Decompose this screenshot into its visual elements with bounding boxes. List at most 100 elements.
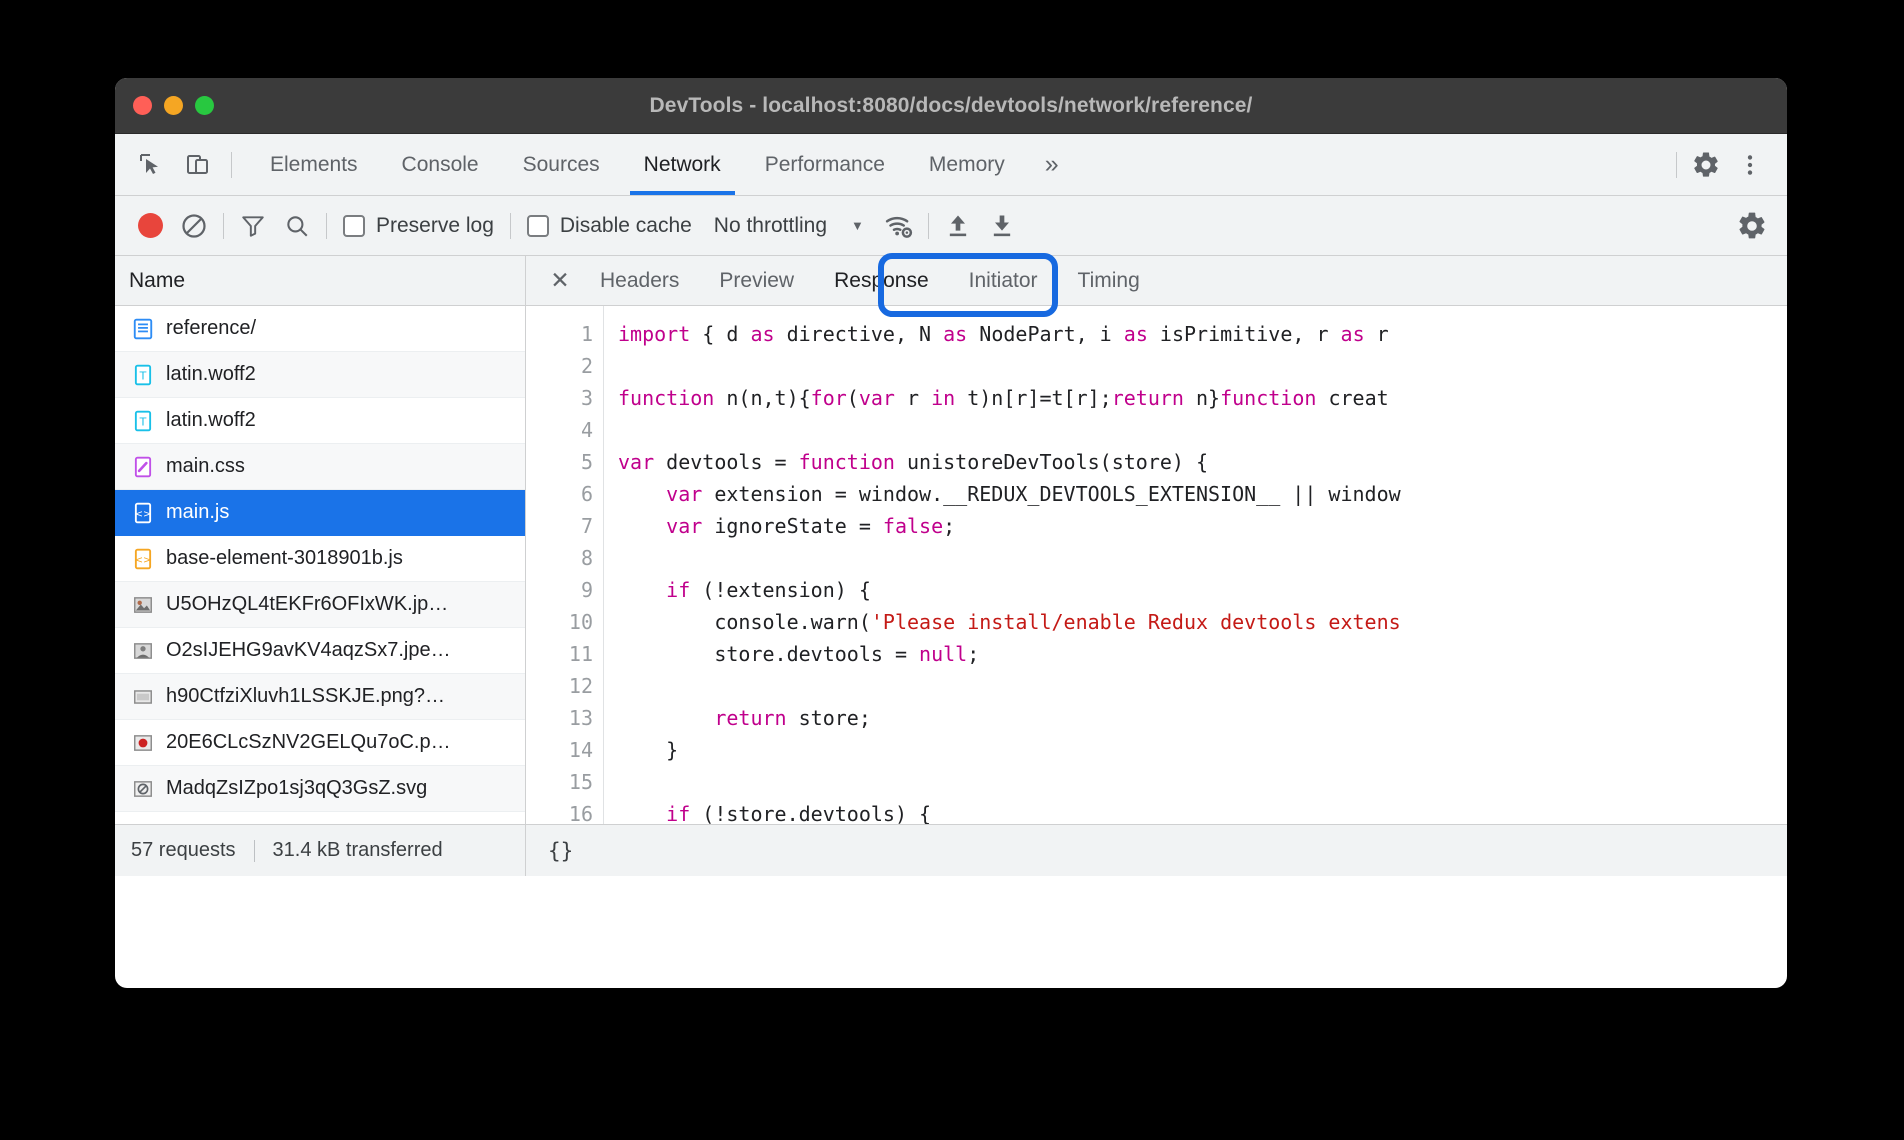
list-item-selected[interactable]: <> main.js [115,490,525,536]
disable-cache-checkbox[interactable]: Disable cache [519,214,700,238]
tabstrip-tools [115,134,248,195]
list-item[interactable]: MadqZsIZpo1sj3qQ3GsZ.svg [115,766,525,812]
minimize-window-button[interactable] [164,96,183,115]
preserve-log-box[interactable] [343,215,365,237]
line-number-gutter: 123456 789101112 131415161718 [526,306,604,824]
tab-timing[interactable]: Timing [1058,256,1160,305]
code-content[interactable]: import { d as directive, N as NodePart, … [604,306,1787,824]
pretty-print-button[interactable]: {} [548,839,573,863]
network-settings-gear-icon[interactable] [1731,205,1773,247]
network-toolbar-right [1731,205,1787,247]
code-line: } [618,734,1787,766]
name-column-header[interactable]: Name [115,256,525,306]
code-line [618,542,1787,574]
chevron-down-icon: ▼ [851,218,864,233]
tab-initiator[interactable]: Initiator [949,256,1058,305]
close-window-button[interactable] [133,96,152,115]
code-line: function n(n,t){for(var r in t)n[r]=t[r]… [618,382,1787,414]
tab-elements[interactable]: Elements [248,134,380,195]
list-item-label: base-element-3018901b.js [166,547,403,570]
tabstrip-right-divider [1676,152,1677,178]
image-icon [131,777,155,801]
list-item[interactable]: O2sIJEHG9avKV4aqzSx7.jpe… [115,628,525,674]
window-titlebar: DevTools - localhost:8080/docs/devtools/… [115,78,1787,134]
response-code-viewer[interactable]: 123456 789101112 131415161718 import { d… [526,306,1787,824]
list-item-label: 20E6CLcSzNV2GELQu7oC.p… [166,731,451,754]
svg-text:T: T [139,369,147,382]
svg-text:T: T [139,415,147,428]
format-toolbar: {} [526,824,1787,876]
list-item-label: reference/ [166,317,256,340]
network-toolbar: Preserve log Disable cache No throttling… [115,196,1787,256]
image-icon [131,639,155,663]
clear-button[interactable] [173,205,215,247]
toolbar-divider-3 [510,213,511,239]
tab-response[interactable]: Response [814,256,949,305]
tab-console[interactable]: Console [380,134,501,195]
requests-list: reference/ T latin.woff2 T latin.woff2 [115,306,525,824]
search-icon[interactable] [276,205,318,247]
list-item[interactable]: U5OHzQL4tEKFr6OFIxWK.jp… [115,582,525,628]
code-line: var ignoreState = false; [618,510,1787,542]
list-item-label: latin.woff2 [166,363,256,386]
inspect-cursor-icon[interactable] [129,144,171,186]
list-item[interactable]: T latin.woff2 [115,398,525,444]
code-line: console.warn('Please install/enable Redu… [618,606,1787,638]
code-line: return store; [618,702,1787,734]
window-controls[interactable] [115,96,214,115]
list-item[interactable]: <> base-element-3018901b.js [115,536,525,582]
transferred-size: 31.4 kB transferred [273,839,443,862]
list-item[interactable]: reference/ [115,306,525,352]
code-line: store.devtools = null; [618,638,1787,670]
list-item-label: MadqZsIZpo1sj3qQ3GsZ.svg [166,777,427,800]
tab-performance[interactable]: Performance [743,134,907,195]
wifi-settings-icon[interactable] [878,205,920,247]
tab-overflow-chevron-icon[interactable]: » [1027,134,1077,195]
export-har-icon[interactable] [981,205,1023,247]
filter-icon[interactable] [232,205,274,247]
device-toolbar-icon[interactable] [177,144,219,186]
detail-tabbar: ✕ Headers Preview Response Initiator Tim… [526,256,1787,306]
font-icon: T [131,409,155,433]
code-line: if (!store.devtools) { [618,798,1787,824]
toolbar-divider-2 [326,213,327,239]
network-body: Name reference/ T latin.woff2 [115,256,1787,876]
list-item[interactable]: main.css [115,444,525,490]
tabstrip-divider [231,152,232,178]
svg-text:<>: <> [135,554,152,565]
record-button[interactable] [129,205,171,247]
gear-icon[interactable] [1685,144,1727,186]
list-item-label: main.css [166,455,245,478]
code-line [618,414,1787,446]
code-line [618,670,1787,702]
list-item-label: O2sIJEHG9avKV4aqzSx7.jpe… [166,639,451,662]
tab-preview[interactable]: Preview [699,256,814,305]
list-item[interactable]: 20E6CLcSzNV2GELQu7oC.p… [115,720,525,766]
request-detail-pane: ✕ Headers Preview Response Initiator Tim… [526,256,1787,876]
tab-headers[interactable]: Headers [580,256,699,305]
tab-memory[interactable]: Memory [907,134,1027,195]
tab-network[interactable]: Network [622,134,743,195]
maximize-window-button[interactable] [195,96,214,115]
throttling-dropdown[interactable]: No throttling ▼ [702,214,876,238]
list-item-label: main.js [166,501,229,524]
image-icon [131,685,155,709]
disable-cache-box[interactable] [527,215,549,237]
request-count: 57 requests [131,839,236,862]
list-item-label: h90CtfziXluvh1LSSKJE.png?… [166,685,445,708]
status-divider [254,840,255,862]
kebab-menu-icon[interactable] [1729,144,1771,186]
font-icon: T [131,363,155,387]
disable-cache-label: Disable cache [560,214,692,238]
screenshot-stage: DevTools - localhost:8080/docs/devtools/… [0,0,1904,1140]
document-icon [131,317,155,341]
import-har-icon[interactable] [937,205,979,247]
tabstrip-right-controls [1670,134,1787,195]
list-item[interactable]: h90CtfziXluvh1LSSKJE.png?… [115,674,525,720]
close-icon[interactable]: ✕ [540,261,580,301]
requests-sidebar: Name reference/ T latin.woff2 [115,256,526,876]
preserve-log-checkbox[interactable]: Preserve log [335,214,502,238]
tab-sources[interactable]: Sources [501,134,622,195]
list-item[interactable]: T latin.woff2 [115,352,525,398]
devtools-window: DevTools - localhost:8080/docs/devtools/… [115,78,1787,988]
